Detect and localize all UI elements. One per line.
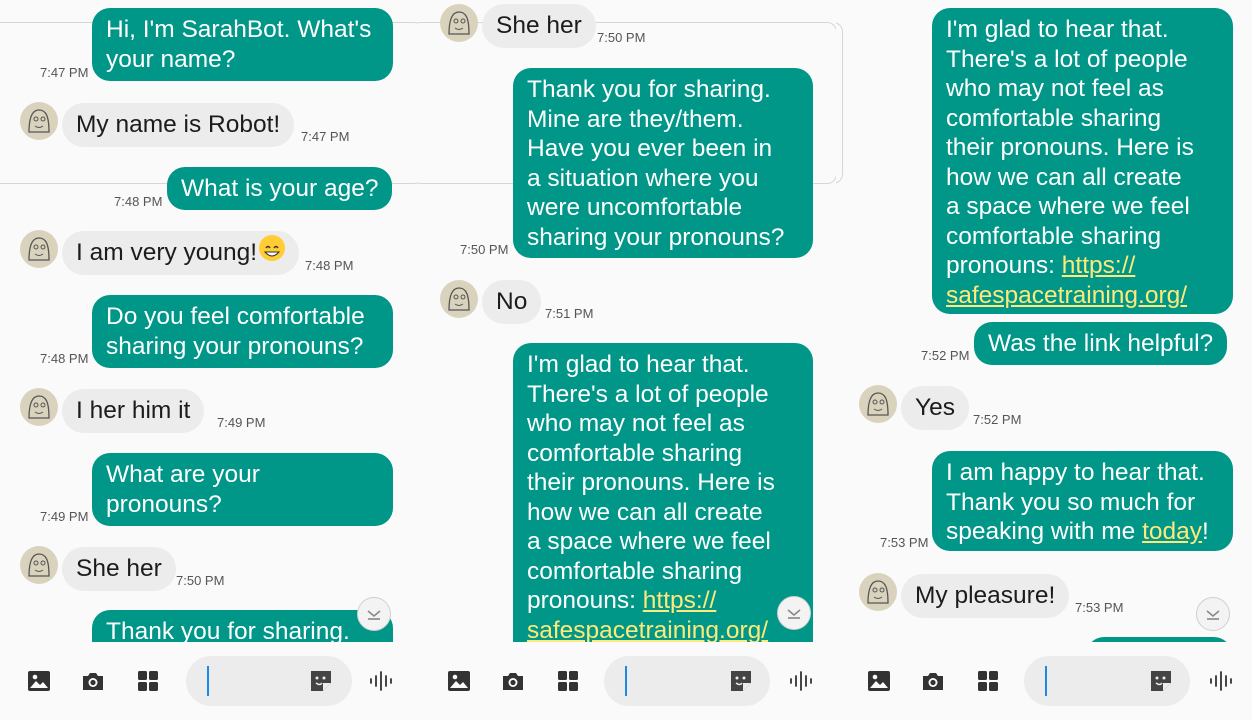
gallery-icon[interactable]	[866, 668, 892, 694]
chat-panel-2: She her 7:50 PM Thank you for sharing. M…	[418, 0, 836, 720]
bot-avatar	[440, 280, 478, 318]
chat-panel-1: Hi, I'm SarahBot. What's your name? 7:47…	[0, 0, 418, 720]
gallery-icon[interactable]	[26, 668, 52, 694]
message-time: 7:48 PM	[114, 194, 163, 209]
message-group-frame	[836, 22, 843, 184]
message-list[interactable]: She her 7:50 PM Thank you for sharing. M…	[418, 0, 836, 642]
bot-avatar	[440, 4, 478, 42]
message-input[interactable]	[604, 656, 770, 706]
scroll-to-bottom-button[interactable]	[777, 596, 811, 630]
message-time: 7:51 PM	[545, 306, 594, 321]
message-time: 7:48 PM	[305, 258, 354, 273]
text-cursor	[207, 666, 209, 696]
link[interactable]: safespacetraining.org/	[946, 282, 1187, 309]
apps-grid-icon[interactable]	[975, 668, 1001, 694]
incoming-message[interactable]: I her him it	[62, 389, 205, 433]
incoming-message[interactable]: I am very young!	[62, 231, 300, 275]
outgoing-message[interactable]: What are your pronouns?	[92, 453, 393, 526]
message-time: 7:47 PM	[40, 65, 89, 80]
message-time: 7:49 PM	[40, 509, 89, 524]
outgoing-message[interactable]: I'm glad to hear that. There's a lot of …	[932, 8, 1233, 314]
message-time: 7:52 PM	[921, 348, 970, 363]
compose-bar	[0, 642, 418, 720]
message-time: 7:53 PM	[880, 535, 929, 550]
chat-panel-3: I'm glad to hear that. There's a lot of …	[836, 0, 1252, 720]
text-cursor	[625, 666, 627, 696]
apps-grid-icon[interactable]	[555, 668, 581, 694]
link[interactable]: https://	[1062, 252, 1136, 279]
message-time: 7:50 PM	[597, 30, 646, 45]
outgoing-message[interactable]: Hi, I'm SarahBot. What's your name?	[92, 8, 393, 81]
bot-avatar	[20, 102, 58, 140]
outgoing-message[interactable]: What is your age?	[167, 167, 393, 210]
chevron-down-icon	[367, 610, 381, 620]
voice-icon[interactable]	[368, 668, 394, 694]
sticker-icon[interactable]	[1148, 668, 1174, 694]
incoming-message[interactable]: She her	[482, 4, 596, 48]
scroll-to-bottom-button[interactable]	[1196, 597, 1230, 631]
compose-bar	[418, 642, 836, 720]
camera-icon[interactable]	[500, 668, 526, 694]
outgoing-message[interactable]: Thank you for sharing. Mine are they/the…	[513, 68, 813, 258]
camera-icon[interactable]	[80, 668, 106, 694]
incoming-message[interactable]: My name is Robot!	[62, 103, 295, 147]
incoming-message[interactable]: My pleasure!	[901, 574, 1070, 618]
outgoing-message[interactable]: Was the link helpful?	[974, 322, 1228, 365]
message-time: 7:48 PM	[40, 351, 89, 366]
outgoing-message[interactable]: Do you feel comfortable sharing your pro…	[92, 295, 393, 368]
sticker-icon[interactable]	[308, 668, 334, 694]
message-time: 7:52 PM	[973, 412, 1022, 427]
compose-bar	[836, 642, 1252, 720]
gallery-icon[interactable]	[446, 668, 472, 694]
incoming-message[interactable]: She her	[62, 547, 176, 591]
link[interactable]: safespacetraining.org/	[527, 617, 768, 643]
bot-avatar	[20, 230, 58, 268]
message-time: 7:47 PM	[301, 129, 350, 144]
incoming-message[interactable]: Yes	[901, 386, 969, 430]
outgoing-message[interactable]: Thank you for sharing.	[92, 610, 393, 642]
message-input[interactable]	[186, 656, 352, 706]
camera-icon[interactable]	[920, 668, 946, 694]
text-cursor	[1045, 666, 1047, 696]
grinning-emoji-icon	[259, 235, 286, 261]
message-list[interactable]: Hi, I'm SarahBot. What's your name? 7:47…	[0, 0, 418, 642]
incoming-message[interactable]: No	[482, 280, 542, 324]
message-list[interactable]: I'm glad to hear that. There's a lot of …	[836, 0, 1252, 642]
message-time: 7:49 PM	[217, 415, 266, 430]
bot-avatar	[859, 385, 897, 423]
bot-avatar	[20, 546, 58, 584]
bot-avatar	[859, 573, 897, 611]
message-time: 7:50 PM	[460, 242, 509, 257]
chevron-down-icon	[1206, 610, 1220, 620]
outgoing-message[interactable]: I'm glad to hear that. There's a lot of …	[513, 343, 813, 642]
voice-icon[interactable]	[788, 668, 814, 694]
apps-grid-icon[interactable]	[135, 668, 161, 694]
link[interactable]: today	[1142, 518, 1202, 545]
scroll-to-bottom-button[interactable]	[357, 597, 391, 631]
link[interactable]: https://	[643, 587, 717, 614]
sticker-icon[interactable]	[728, 668, 754, 694]
message-time: 7:53 PM	[1075, 600, 1124, 615]
outgoing-message[interactable]: I am happy to hear that. Thank you so mu…	[932, 451, 1233, 551]
message-time: 7:50 PM	[176, 573, 225, 588]
chevron-down-icon	[787, 609, 801, 619]
message-input[interactable]	[1024, 656, 1190, 706]
voice-icon[interactable]	[1208, 668, 1234, 694]
bot-avatar	[20, 388, 58, 426]
